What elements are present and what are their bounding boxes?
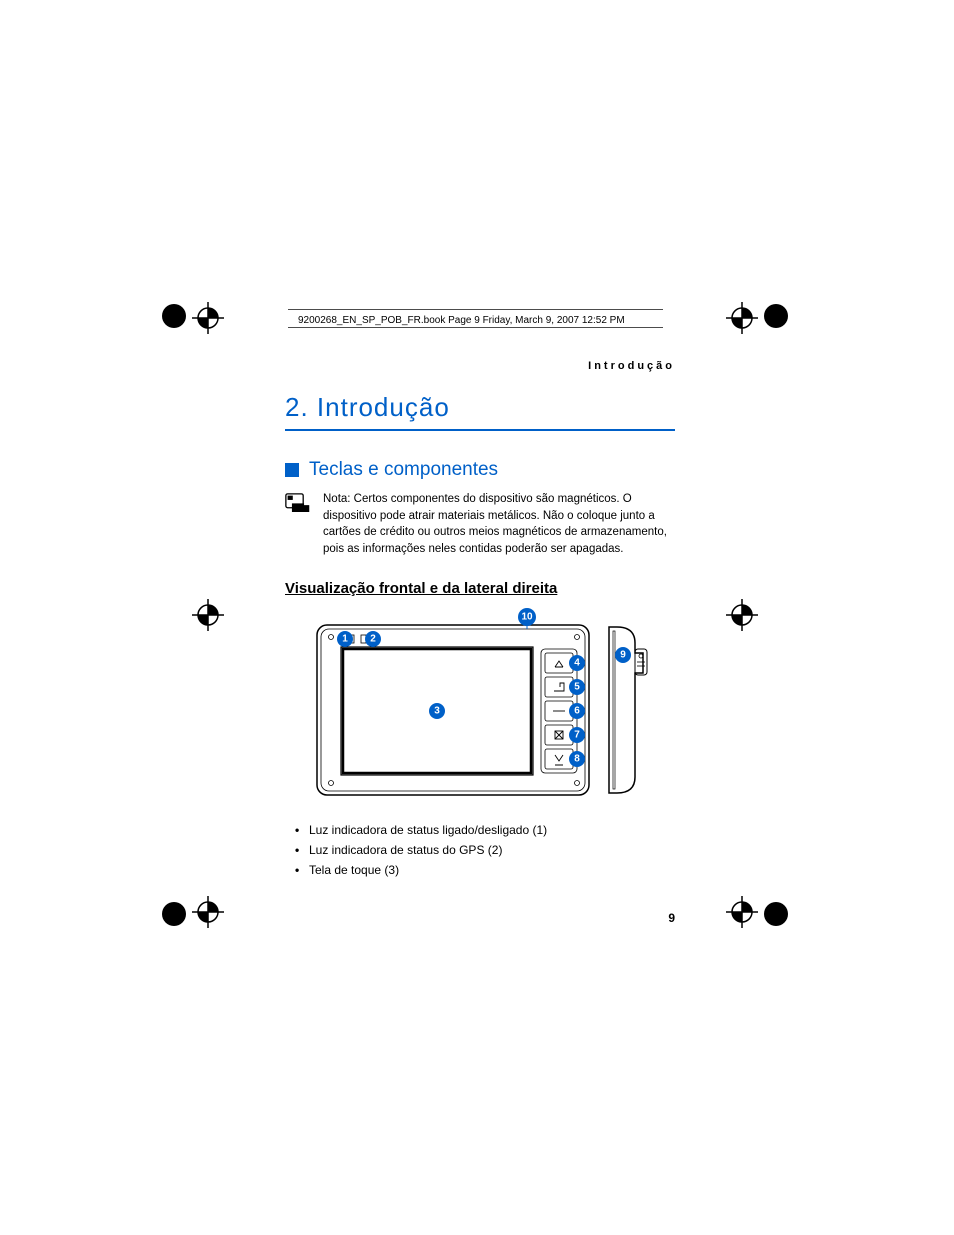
- svg-text:7: 7: [574, 729, 580, 740]
- svg-text:2: 2: [370, 633, 376, 644]
- svg-text:1: 1: [342, 633, 348, 644]
- print-header: 9200268_EN_SP_POB_FR.book Page 9 Friday,…: [298, 315, 625, 326]
- svg-text:8: 8: [574, 753, 580, 764]
- svg-text:4: 4: [574, 657, 580, 668]
- list-item: Luz indicadora de status ligado/desligad…: [285, 823, 675, 837]
- page-number: 9: [285, 911, 675, 925]
- svg-text:10: 10: [521, 611, 533, 622]
- running-head: Introdução: [285, 360, 675, 372]
- square-bullet-icon: [285, 463, 299, 477]
- list-item: Luz indicadora de status do GPS (2): [285, 843, 675, 857]
- section-title: Teclas e componentes: [285, 459, 675, 481]
- bullet-list: Luz indicadora de status ligado/desligad…: [285, 823, 675, 877]
- section-title-text: Teclas e componentes: [309, 459, 498, 481]
- svg-text:9: 9: [620, 649, 626, 660]
- note-text: Nota: Certos componentes do dispositivo …: [323, 491, 675, 558]
- svg-text:6: 6: [574, 705, 580, 716]
- chapter-title: 2. Introdução: [285, 392, 675, 431]
- svg-text:3: 3: [434, 705, 440, 716]
- list-item: Tela de toque (3): [285, 863, 675, 877]
- svg-text:5: 5: [574, 681, 580, 692]
- device-diagram: 1 2 3 4 5 6 7 8 9 10: [307, 607, 675, 807]
- subheading: Visualização frontal e da lateral direit…: [285, 580, 675, 597]
- note-icon: [285, 493, 311, 519]
